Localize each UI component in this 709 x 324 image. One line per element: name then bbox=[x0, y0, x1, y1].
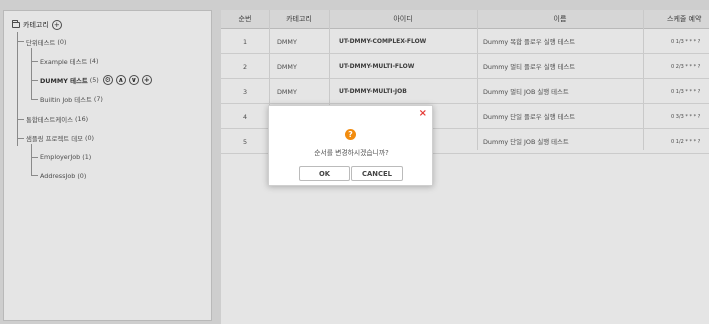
close-icon[interactable]: × bbox=[419, 109, 427, 119]
question-icon: ? bbox=[345, 129, 356, 140]
ok-button[interactable]: OK bbox=[299, 166, 350, 181]
dialog-message: 순서를 변경하시겠습니까? bbox=[314, 149, 389, 157]
cancel-button[interactable]: CANCEL bbox=[351, 166, 403, 181]
confirm-dialog: × ? 순서를 변경하시겠습니까? OK CANCEL bbox=[268, 105, 433, 186]
